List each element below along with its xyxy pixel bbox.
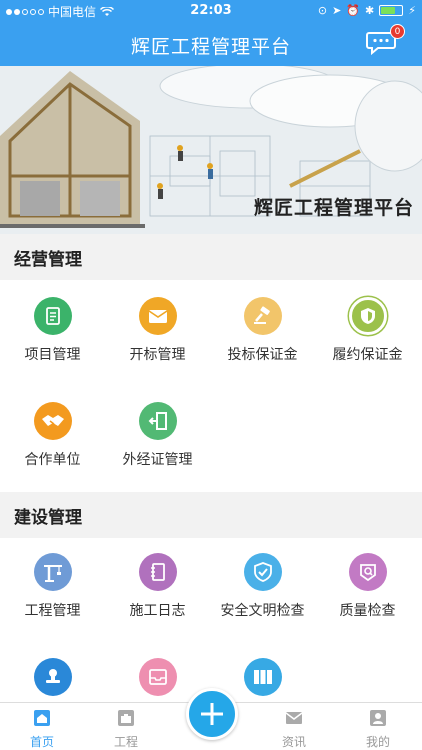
grid-item-label: 安全文明检查 [220, 603, 305, 619]
user-icon [370, 710, 386, 726]
grid-item-engineering-management[interactable]: 工程管理 [0, 553, 105, 620]
status-bar: 中国电信 22:03 ⊙ ➤ ⏰ ✱ ⚡ [0, 0, 422, 22]
alarm-icon: ⏰ [346, 4, 361, 17]
grid-item-label: 质量检查 [339, 603, 396, 619]
grid-item-label: 合作单位 [24, 452, 81, 468]
briefcase-icon [118, 710, 134, 726]
section-title: 建设管理 [14, 508, 82, 528]
tab-label: 资讯 [281, 735, 306, 749]
grid-item-label: 外经证管理 [122, 452, 193, 468]
grid-item-label: 施工日志 [129, 603, 186, 619]
home-icon [34, 710, 50, 726]
grid-item-partners[interactable]: 合作单位 [0, 402, 105, 469]
grid-item-project-management[interactable]: 项目管理 [0, 297, 105, 364]
add-button[interactable] [186, 688, 238, 740]
tab-label: 首页 [29, 735, 54, 749]
message-badge: 0 [390, 24, 405, 39]
tab-profile[interactable]: 我的 [348, 709, 408, 750]
section-header-business: 经营管理 [0, 234, 422, 280]
grid-item-bid-opening[interactable]: 开标管理 [105, 297, 210, 364]
grid-item-stamp[interactable] [0, 658, 105, 705]
bluetooth-icon: ✱ [365, 4, 375, 17]
tab-label: 工程 [113, 735, 138, 749]
grid-item-construction-log[interactable]: 施工日志 [105, 553, 210, 620]
envelope-icon [138, 297, 177, 335]
tab-home[interactable]: 首页 [12, 709, 72, 750]
battery-icon [379, 5, 404, 16]
gavel-icon [243, 297, 282, 335]
nav-bar: 辉匠工程管理平台 0 [0, 22, 422, 66]
status-indicators: ⊙ ➤ ⏰ ✱ ⚡ [318, 4, 416, 17]
grid-item-label: 工程管理 [24, 603, 81, 619]
quality-badge-icon [348, 553, 387, 591]
page-title: 辉匠工程管理平台 [130, 36, 291, 58]
plus-icon [201, 703, 223, 725]
tab-news[interactable]: 资讯 [264, 709, 324, 750]
construction-grid: 工程管理 施工日志 安全文明检查 质量检查 [0, 538, 422, 702]
stamp-icon [33, 658, 72, 696]
tab-projects[interactable]: 工程 [96, 709, 156, 750]
grid-item-safety-inspection[interactable]: 安全文明检查 [210, 553, 315, 620]
grid-item-performance-bond[interactable]: 履约保证金 [315, 297, 420, 364]
grid-item-label: 投标保证金 [227, 347, 298, 363]
grid-item-quality-inspection[interactable]: 质量检查 [315, 553, 420, 620]
grid-item-label: 履约保证金 [332, 347, 403, 363]
section-title: 经营管理 [14, 250, 82, 270]
grid-item-external-permit[interactable]: 外经证管理 [105, 402, 210, 469]
banner-caption: 辉匠工程管理平台 [253, 197, 414, 219]
section-header-construction: 建设管理 [0, 492, 422, 538]
binders-icon [243, 658, 282, 696]
grid-item-bid-bond[interactable]: 投标保证金 [210, 297, 315, 364]
notebook-icon [138, 553, 177, 591]
handshake-icon [33, 402, 72, 440]
tab-label: 我的 [365, 735, 390, 749]
shield-icon [348, 297, 387, 335]
inbox-icon [138, 658, 177, 696]
location-icon: ➤ [332, 4, 342, 17]
banner-carousel[interactable]: 辉匠工程管理平台 [0, 66, 422, 234]
charging-icon: ⚡ [408, 4, 416, 17]
safety-shield-icon [243, 553, 282, 591]
message-button[interactable]: 0 [366, 24, 405, 56]
grid-item-label: 项目管理 [24, 347, 81, 363]
clipboard-icon [33, 297, 72, 335]
mail-icon [285, 712, 303, 724]
crane-icon [33, 553, 72, 591]
grid-item-label: 开标管理 [129, 347, 186, 363]
rotation-lock-icon: ⊙ [317, 4, 328, 17]
business-grid: 项目管理 开标管理 投标保证金 履约保证金 合作单位 外经证管理 [0, 280, 422, 492]
exit-door-icon [138, 402, 177, 440]
